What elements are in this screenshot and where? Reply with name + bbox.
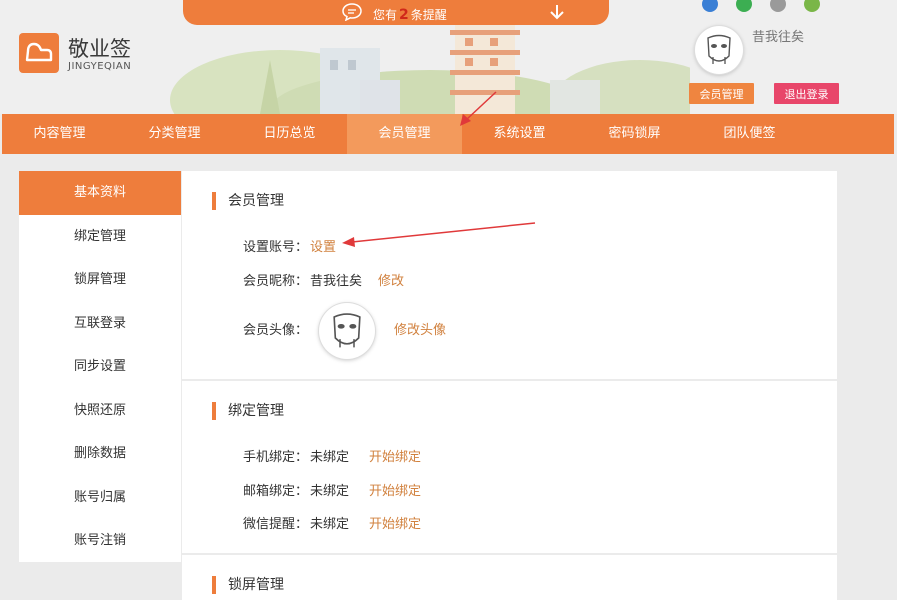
phone-bind-status: 未绑定 bbox=[310, 450, 350, 465]
sidebar-item-sync[interactable]: 同步设置 bbox=[19, 345, 181, 389]
nickname-value: 昔我往矣 bbox=[310, 274, 363, 289]
bind-panel: 绑定管理 手机绑定： 未绑定 开始绑定 邮箱绑定： 未绑定 开始绑定 微信提醒：… bbox=[182, 381, 837, 553]
wechat-bind-label: 微信提醒： bbox=[243, 517, 309, 532]
sidebar-item-delete-data[interactable]: 删除数据 bbox=[19, 432, 181, 476]
sidebar-item-binding[interactable]: 绑定管理 bbox=[19, 215, 181, 259]
wechat-bind-row: 微信提醒： 未绑定 开始绑定 bbox=[243, 513, 421, 532]
platform-icons bbox=[700, 0, 830, 14]
email-bind-row: 邮箱绑定： 未绑定 开始绑定 bbox=[243, 480, 421, 499]
reminder-bar[interactable]: 您有 2 条提醒 bbox=[183, 0, 609, 25]
brand-name: 敬业签 bbox=[68, 37, 131, 61]
brand-subtitle: JINGYEQIAN bbox=[68, 61, 132, 72]
lock-panel: 锁屏管理 bbox=[182, 555, 837, 600]
email-bind-status: 未绑定 bbox=[310, 484, 350, 499]
reminder-count: 2 bbox=[399, 7, 409, 23]
nickname-row: 会员昵称： 昔我往矣 修改 bbox=[243, 270, 404, 289]
android-icon[interactable] bbox=[804, 0, 820, 12]
nav-item-team[interactable]: 团队便签 bbox=[692, 114, 807, 154]
nav-item-member[interactable]: 会员管理 bbox=[347, 114, 462, 154]
sidebar-item-connect-login[interactable]: 互联登录 bbox=[19, 302, 181, 346]
nav-item-settings[interactable]: 系统设置 bbox=[462, 114, 577, 154]
arrow-down-icon[interactable] bbox=[548, 3, 566, 21]
sidebar: 基本资料 绑定管理 锁屏管理 互联登录 同步设置 快照还原 删除数据 账号归属 … bbox=[19, 171, 181, 562]
sidebar-item-ownership[interactable]: 账号归属 bbox=[19, 476, 181, 520]
member-panel-title: 会员管理 bbox=[212, 192, 284, 210]
phone-bind-label: 手机绑定： bbox=[243, 450, 309, 465]
ie-icon[interactable] bbox=[702, 0, 718, 12]
edit-nickname-link[interactable]: 修改 bbox=[378, 270, 404, 289]
set-account-link[interactable]: 设置 bbox=[310, 236, 336, 255]
bind-panel-title: 绑定管理 bbox=[212, 402, 284, 420]
header-scenery-illustration bbox=[170, 20, 690, 114]
wechat-bind-link[interactable]: 开始绑定 bbox=[369, 513, 421, 532]
edit-avatar-link[interactable]: 修改头像 bbox=[394, 319, 446, 338]
avatar-label: 会员头像： bbox=[243, 323, 309, 338]
member-panel: 会员管理 设置账号： 设置 会员昵称： 昔我往矣 修改 会员头像： 修改头像 bbox=[182, 171, 837, 379]
sidebar-item-basic-info[interactable]: 基本资料 bbox=[19, 171, 181, 215]
header-username: 昔我往矣 bbox=[752, 30, 805, 45]
apple-icon[interactable] bbox=[770, 0, 786, 12]
sidebar-item-lockscreen[interactable]: 锁屏管理 bbox=[19, 258, 181, 302]
chat-bubble-icon bbox=[342, 3, 362, 21]
windows-icon[interactable] bbox=[736, 0, 752, 12]
logo-icon bbox=[19, 33, 59, 73]
phone-bind-row: 手机绑定： 未绑定 开始绑定 bbox=[243, 446, 421, 465]
header: 您有 2 条提醒 敬业签 JINGYEQIAN 昔我往矣 会员管理 退出登录 bbox=[0, 0, 897, 114]
member-avatar[interactable] bbox=[319, 303, 375, 359]
sidebar-item-cancel-account[interactable]: 账号注销 bbox=[19, 519, 181, 563]
email-bind-label: 邮箱绑定： bbox=[243, 484, 309, 499]
wechat-bind-status: 未绑定 bbox=[310, 517, 350, 532]
account-row: 设置账号： 设置 bbox=[243, 236, 336, 255]
nav-item-content[interactable]: 内容管理 bbox=[2, 114, 117, 154]
account-label: 设置账号： bbox=[243, 240, 309, 255]
nav-item-calendar[interactable]: 日历总览 bbox=[232, 114, 347, 154]
lock-panel-title: 锁屏管理 bbox=[212, 576, 284, 594]
member-manage-button[interactable]: 会员管理 bbox=[689, 83, 754, 104]
phone-bind-link[interactable]: 开始绑定 bbox=[369, 446, 421, 465]
nav-item-lockscreen[interactable]: 密码锁屏 bbox=[577, 114, 692, 154]
logout-button[interactable]: 退出登录 bbox=[774, 83, 839, 104]
nickname-label: 会员昵称： bbox=[243, 274, 309, 289]
main-nav: 内容管理 分类管理 日历总览 会员管理 系统设置 密码锁屏 团队便签 bbox=[2, 114, 894, 154]
header-avatar[interactable] bbox=[695, 26, 743, 74]
reminder-text: 您有 2 条提醒 bbox=[373, 7, 447, 23]
sidebar-item-snapshot[interactable]: 快照还原 bbox=[19, 389, 181, 433]
nav-item-category[interactable]: 分类管理 bbox=[117, 114, 232, 154]
email-bind-link[interactable]: 开始绑定 bbox=[369, 480, 421, 499]
